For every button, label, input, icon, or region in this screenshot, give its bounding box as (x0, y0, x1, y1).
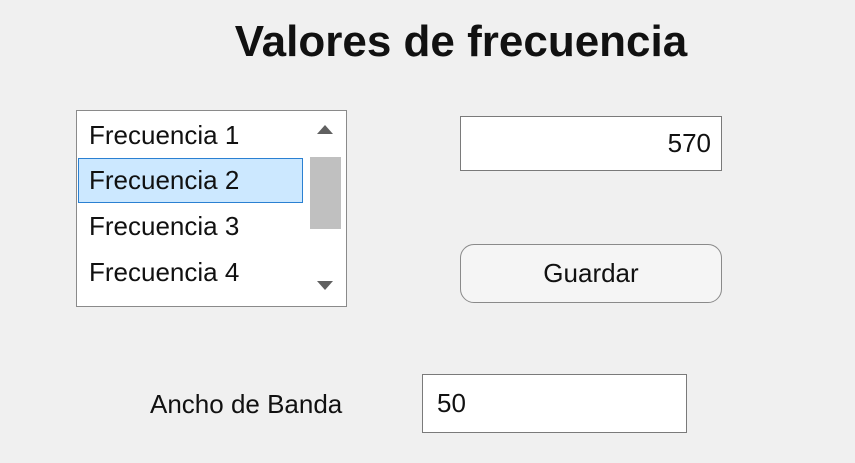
bandwidth-label: Ancho de Banda (150, 389, 343, 419)
scroll-thumb[interactable] (310, 157, 341, 229)
frequency-listbox[interactable]: Frecuencia 1 Frecuencia 2 Frecuencia 3 F… (76, 110, 347, 307)
list-item-frecuencia-3[interactable]: Frecuencia 3 (78, 203, 306, 249)
frequency-value-input[interactable] (460, 116, 722, 171)
list-item-frecuencia-4[interactable]: Frecuencia 4 (78, 249, 306, 295)
frequency-list-items: Frecuencia 1 Frecuencia 2 Frecuencia 3 F… (78, 112, 306, 295)
bandwidth-input[interactable] (422, 374, 687, 433)
scroll-up-button[interactable] (305, 112, 345, 148)
list-scrollbar[interactable] (305, 112, 345, 305)
list-item-frecuencia-1[interactable]: Frecuencia 1 (78, 112, 306, 158)
arrow-down-icon (317, 281, 333, 290)
page-title: Valores de frecuencia (234, 17, 688, 66)
app-window: Valores de frecuencia Frecuencia 1 Frecu… (0, 0, 855, 463)
list-item-frecuencia-2[interactable]: Frecuencia 2 (78, 158, 303, 203)
arrow-up-icon (317, 125, 333, 134)
save-button[interactable]: Guardar (460, 244, 722, 303)
scroll-down-button[interactable] (305, 269, 345, 305)
